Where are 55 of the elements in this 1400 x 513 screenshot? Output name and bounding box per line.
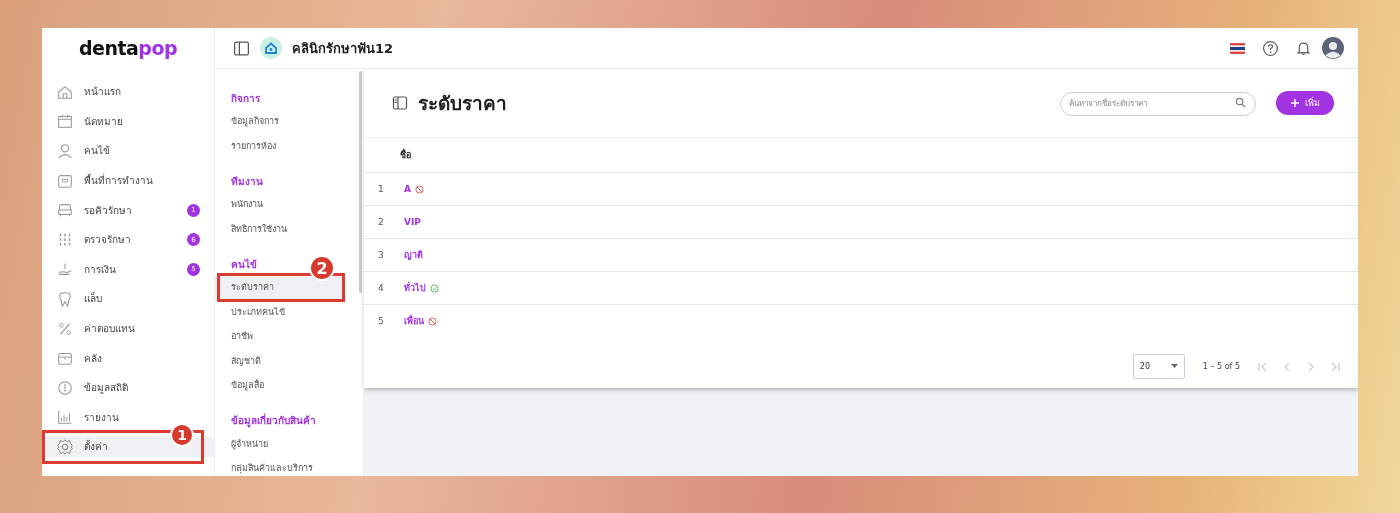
submenu-item[interactable]: รายการห้อง	[215, 133, 345, 158]
search-icon	[1235, 97, 1246, 108]
table-cell[interactable]: ทั่วไป	[404, 281, 426, 295]
sidebar-toggle-icon[interactable]	[233, 39, 250, 57]
home-icon	[260, 37, 282, 59]
caret-icon	[1170, 364, 1178, 369]
add-button[interactable]: เพิ่ม	[1276, 91, 1334, 115]
avatar-icon[interactable]	[1322, 37, 1344, 59]
submenu-item[interactable]: ข้อมูลกิจการ	[215, 109, 345, 134]
step-marker: 1	[170, 423, 194, 448]
logo: dentapop	[77, 36, 179, 61]
page-title: ระดับราคา	[418, 91, 508, 116]
section-heading: ทีมงาน	[231, 174, 263, 189]
settings-icon	[56, 437, 74, 456]
search-field[interactable]: ค้นหาจากชื่อระดับราคา	[1060, 91, 1256, 116]
sidebar-item[interactable]: ข้อมูลสถิติ	[42, 377, 214, 398]
help-icon[interactable]	[1262, 39, 1279, 57]
submenu-item[interactable]: กลุ่มสินค้าและบริการ	[215, 456, 345, 476]
bar-chart-icon	[56, 408, 74, 427]
info-circle-icon	[56, 378, 74, 397]
row-number: 5	[378, 316, 385, 326]
sidebar-item[interactable]: แล็บ	[42, 288, 214, 309]
row-number: 3	[378, 250, 385, 260]
plus-icon	[1290, 98, 1300, 108]
sidebar-item[interactable]: คลัง	[42, 348, 214, 369]
row-number: 4	[378, 283, 385, 293]
row-number: 2	[378, 217, 385, 227]
section-heading: คนไข้	[231, 257, 257, 272]
scrollbar[interactable]	[359, 71, 362, 293]
page-range: 1 – 5 of 5	[1202, 362, 1240, 371]
calendar-icon	[56, 112, 74, 131]
submenu-item[interactable]: สิทธิการใช้งาน	[215, 216, 345, 241]
tooth-icon	[56, 289, 74, 308]
submenu-item[interactable]: อาชีพ	[215, 324, 345, 349]
submenu-item[interactable]: พนักงาน	[215, 192, 345, 217]
submenu-item[interactable]: สัญชาติ	[215, 348, 345, 373]
page-size-select[interactable]: 20	[1132, 354, 1185, 379]
sidebar-item[interactable]: ค่าตอบแทน	[42, 318, 214, 339]
sidebar-item[interactable]: พื้นที่การทำงาน	[42, 170, 214, 191]
section-heading: กิจการ	[231, 91, 260, 106]
row-number: 1	[378, 184, 385, 194]
sidebar-item[interactable]: หน้าแรก	[42, 81, 214, 102]
sidebar-item[interactable]: คนไข้	[42, 141, 214, 161]
step-marker: 2	[309, 255, 335, 281]
table-cell[interactable]: VIP	[404, 217, 421, 227]
person-icon	[56, 142, 74, 160]
submenu-item[interactable]: ผู้จำหน่าย	[215, 431, 345, 456]
clinic-name: คลินิกรักษาฟัน12	[292, 39, 395, 58]
submenu-item[interactable]: ประเภทคนไข้	[215, 299, 345, 324]
submenu-item[interactable]: ข้อมูลสื่อ	[215, 373, 345, 398]
table-cell[interactable]: ญาติ	[404, 248, 423, 262]
section-heading: ข้อมูลเกี่ยวกับสินค้า	[231, 412, 316, 430]
column-header: ชื่อ	[400, 148, 411, 162]
sidebar-item[interactable]: นัดหมาย	[42, 111, 214, 132]
sidebar-toggle-icon[interactable]	[392, 95, 408, 111]
